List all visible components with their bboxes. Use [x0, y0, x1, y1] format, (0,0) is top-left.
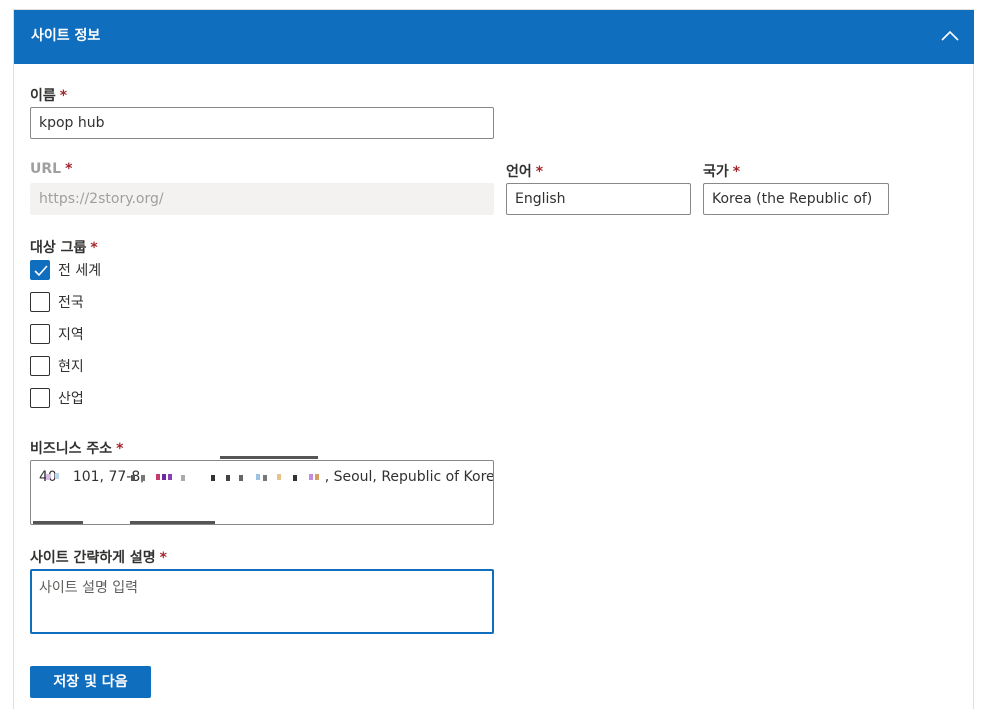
redaction-pixel [226, 475, 230, 481]
country-label: 국가 * [703, 161, 740, 181]
language-label-text: 언어 [506, 164, 532, 180]
redaction-bar [220, 456, 318, 459]
checkbox-label: 지역 [58, 327, 84, 343]
checkbox[interactable] [30, 388, 50, 408]
language-input[interactable]: English [506, 183, 691, 215]
address-label: 비즈니스 주소 * [30, 438, 123, 458]
description-textarea[interactable]: 사이트 설명 입력 [30, 569, 494, 634]
url-label-text: URL [30, 161, 62, 177]
name-label: 이름 * [30, 85, 67, 105]
redaction-pixel [277, 474, 281, 480]
panel-header[interactable]: 사이트 정보 [14, 10, 974, 64]
audience-option-regional[interactable]: 지역 [30, 324, 84, 344]
required-marker: * [535, 164, 544, 180]
checkmark-icon [34, 265, 48, 277]
checkbox-label: 산업 [58, 391, 84, 407]
address-label-text: 비즈니스 주소 [30, 441, 113, 457]
address-part: , Seoul, Republic of Korea [324, 469, 494, 485]
country-input[interactable]: Korea (the Republic of) [703, 183, 889, 215]
redaction-pixel [168, 474, 172, 480]
redaction-pixel [211, 475, 215, 481]
checkbox[interactable] [30, 324, 50, 344]
required-marker: * [65, 161, 73, 177]
redaction-pixel [46, 474, 50, 480]
checkbox[interactable] [30, 260, 50, 280]
redaction-pixel [263, 475, 267, 481]
audience-option-industry[interactable]: 산업 [30, 388, 84, 408]
redaction-bar [33, 521, 83, 524]
audience-label-text: 대상 그룹 [30, 240, 87, 256]
required-marker: * [90, 240, 98, 256]
redaction-pixel [256, 474, 260, 480]
checkbox[interactable] [30, 356, 50, 376]
checkbox[interactable] [30, 292, 50, 312]
chevron-up-icon[interactable] [939, 28, 961, 44]
redaction-pixel [293, 475, 297, 481]
redaction-bar [130, 521, 215, 524]
redaction-pixel [55, 473, 59, 479]
required-marker: * [116, 441, 124, 457]
address-field[interactable]: 40101, 77-8,, Seoul, Republic of Korea [30, 460, 494, 525]
description-label: 사이트 간략하게 설명 * [30, 547, 167, 567]
redaction-pixel [309, 474, 313, 480]
redaction-pixel [162, 474, 166, 480]
required-marker: * [732, 164, 741, 180]
save-and-next-button[interactable]: 저장 및 다음 [30, 666, 151, 698]
description-label-text: 사이트 간략하게 설명 [30, 550, 156, 566]
redaction-pixel [239, 475, 243, 481]
redaction-pixel [181, 475, 185, 481]
redaction-pixel [141, 475, 145, 481]
redaction-pixel [156, 474, 160, 480]
checkbox-label: 전국 [58, 295, 84, 311]
audience-option-local[interactable]: 현지 [30, 356, 84, 376]
language-label: 언어 * [506, 161, 543, 181]
url-label: URL * [30, 161, 72, 177]
audience-option-global[interactable]: 전 세계 [30, 260, 101, 280]
panel-title: 사이트 정보 [31, 28, 101, 44]
redaction-pixel [131, 475, 135, 481]
country-label-text: 국가 [703, 164, 729, 180]
required-marker: * [59, 88, 68, 104]
required-marker: * [159, 550, 167, 566]
redaction-pixel [315, 474, 319, 480]
name-input[interactable]: kpop hub [30, 107, 494, 139]
checkbox-label: 전 세계 [58, 263, 102, 279]
url-input: https://2story.org/ [30, 183, 494, 215]
audience-option-national[interactable]: 전국 [30, 292, 84, 312]
checkbox-label: 현지 [58, 359, 84, 375]
description-placeholder: 사이트 설명 입력 [39, 580, 139, 596]
name-label-text: 이름 [30, 88, 56, 104]
audience-label: 대상 그룹 * [30, 237, 98, 257]
